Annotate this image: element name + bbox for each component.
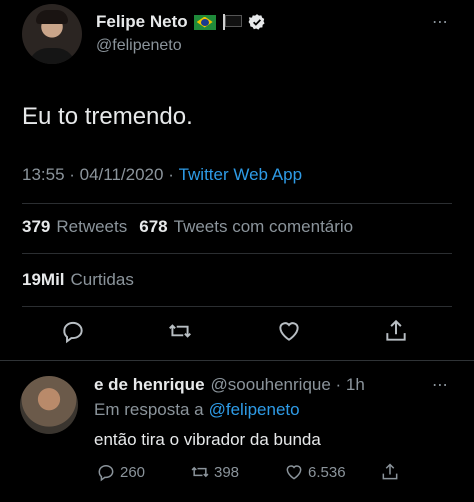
divider — [22, 253, 452, 254]
retweet-icon — [191, 466, 209, 478]
brazil-flag-icon — [193, 14, 216, 30]
tweet-meta: 13:55 · 04/11/2020 · Twitter Web App — [22, 165, 302, 185]
reply-more-options-icon[interactable]: ⋯ — [432, 375, 449, 395]
reply-share-action[interactable] — [380, 462, 400, 482]
quotes-count[interactable]: 678 — [139, 217, 167, 237]
like-count: 6.536 — [308, 463, 346, 481]
reply-to-mention[interactable]: @felipeneto — [209, 400, 300, 420]
reply-like-action[interactable]: 6.536 — [284, 462, 346, 482]
display-name[interactable]: Felipe Neto — [96, 12, 188, 32]
likes-label[interactable]: Curtidas — [71, 270, 134, 290]
tweet-text: Eu to tremendo. — [22, 103, 193, 130]
divider — [22, 203, 452, 204]
retweet-icon[interactable] — [167, 318, 193, 344]
reply-header: e de henrique @soouhenrique · 1h — [94, 375, 365, 395]
likes-count[interactable]: 19Mil — [22, 270, 65, 290]
divider — [0, 360, 474, 361]
like-icon — [286, 465, 302, 480]
retweets-label[interactable]: Retweets — [56, 217, 127, 237]
author-name-row: Felipe Neto — [96, 12, 266, 32]
divider — [22, 306, 452, 307]
retweet-count: 398 — [214, 463, 240, 481]
avatar-shirt — [28, 48, 76, 64]
reply-reply-action[interactable]: 260 — [96, 462, 145, 482]
retweets-count[interactable]: 379 — [22, 217, 50, 237]
reply-context: Em resposta a @felipeneto — [94, 400, 300, 420]
reply-avatar[interactable] — [20, 376, 78, 434]
tweet-timestamp[interactable]: 13:55 · 04/11/2020 · — [22, 165, 179, 185]
reply-to-label: Em resposta a — [94, 400, 204, 419]
reply-count: 260 — [120, 463, 146, 481]
share-icon[interactable] — [383, 318, 409, 344]
tweet-source-link[interactable]: Twitter Web App — [179, 165, 302, 185]
reply-handle-time[interactable]: @soouhenrique · 1h — [211, 375, 365, 395]
reply-icon[interactable] — [60, 318, 86, 344]
more-options-icon[interactable]: ⋯ — [432, 12, 449, 32]
author-handle[interactable]: @felipeneto — [96, 37, 182, 55]
reply-display-name[interactable]: e de henrique — [94, 375, 205, 395]
share-icon — [382, 463, 398, 480]
like-icon[interactable] — [276, 318, 302, 344]
reply-icon — [98, 465, 114, 482]
verified-badge-icon — [248, 14, 265, 30]
black-flag-icon — [222, 14, 242, 30]
quotes-label[interactable]: Tweets com comentário — [174, 217, 354, 237]
likes-stats: 19Mil Curtidas — [22, 270, 134, 290]
avatar[interactable] — [22, 4, 82, 64]
reply-retweet-action[interactable]: 398 — [190, 462, 239, 482]
engagement-stats: 379 Retweets 678 Tweets com comentário — [22, 217, 353, 237]
avatar-hair — [36, 10, 68, 24]
reply-text: então tira o vibrador da bunda — [94, 430, 321, 449]
